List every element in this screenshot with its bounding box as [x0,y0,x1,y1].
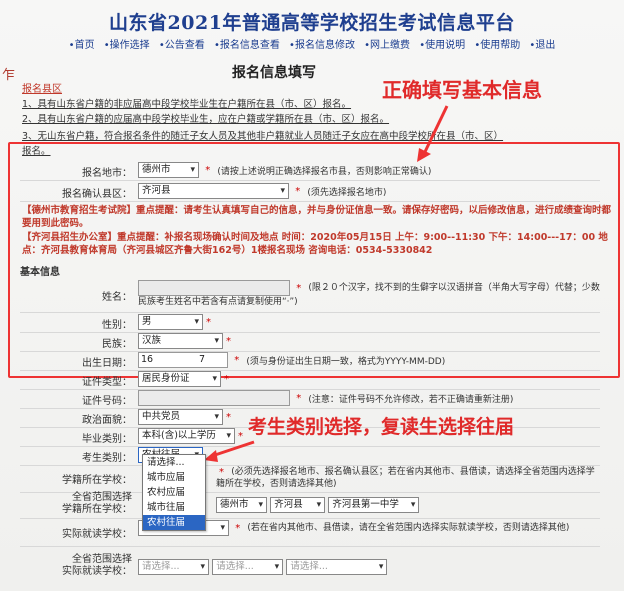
nav-home[interactable]: •首页 [69,40,95,51]
row-city: 报名地市： 德州市 * (请按上述说明正确选择报名市县，否则影响正常确认) [20,160,600,181]
county-note: (须先选择报名地市) [307,187,387,198]
graduation-type-label: 毕业类别： [82,434,132,445]
ethnic-label: 民族： [102,339,132,350]
required-star: * [296,283,302,294]
politics-label: 政治面貌： [82,415,132,426]
nav-edit-registration[interactable]: •报名信息修改 [289,40,355,51]
birth-note: (须与身份证出生日期一致，格式为YYYY-MM-DD) [246,356,446,367]
birth-label: 出生日期： [82,358,132,369]
name-label: 姓名： [102,292,132,303]
notice-county-office: 【齐河县招生办公室】重点提醒：补报名现场确认时间及地点 时间：2020年05月1… [22,232,608,256]
required-star: * [205,165,211,176]
city-note: (请按上述说明正确选择报名市县，否则影响正常确认) [217,166,432,177]
form-title: 报名信息填写 [232,65,316,81]
politics-select[interactable]: 中共党员 [138,409,223,425]
id-number-input[interactable] [138,390,290,406]
dropdown-option[interactable]: 农村应届 [143,485,205,500]
all-study-school-select[interactable]: 请选择... [286,559,388,575]
dropdown-option[interactable]: 请选择... [143,455,205,470]
dropdown-option[interactable]: 城市应届 [143,470,205,485]
nav-operation[interactable]: •操作选择 [104,40,150,51]
notice-education-bureau: 【德州市教育招生考试院】重点提醒：请考生认真填写自己的信息，并与身份证信息一致。… [22,205,612,229]
id-number-note: (注意：证件号码不允许修改，若不正确请重新注册) [308,394,514,405]
nav-online-payment[interactable]: •网上缴费 [364,40,410,51]
all-school-label-2: 学籍所在学校： [62,504,132,515]
all-study-county-select[interactable]: 请选择... [212,559,284,575]
county-label: 报名确认县区： [62,189,132,200]
row-candidate-type: 考生类别： 农村往届 [20,445,600,466]
requirement-line-2: 2、具有山东省户籍的应届高中段学校毕业生，应在户籍或学籍所在县（市、区）报名。 [22,114,390,125]
requirement-link[interactable]: 报名县区 [22,80,62,95]
requirement-line-1: 1、具有山东省户籍的非应届高中段学校毕业生在户籍所在县（市、区）报名。 [22,99,352,110]
id-type-label: 证件类型： [82,377,132,388]
annotation-top: 正确填写基本信息 [382,78,542,102]
left-edge-mark: 乍 [2,68,16,83]
study-school-note: (若在省内其他市、县借读，请在全省范围内选择实际就读学校，否则请选择其他) [247,523,570,533]
birth-value-a: 16 [141,354,154,365]
all-school-city-select[interactable]: 德州市 [216,497,267,513]
study-school-label: 实际就读学校： [62,529,132,540]
birth-value-b: 7 [199,354,206,365]
required-star: * [296,393,302,404]
row-birth: 出生日期： 16 7 * (须与身份证出生日期一致，格式为YYYY-MM-DD) [20,350,600,371]
nav-logout[interactable]: •退出 [529,40,555,51]
row-gender: 性别： 男* [20,312,600,333]
id-number-label: 证件号码： [82,396,132,407]
required-star: * [234,355,240,366]
all-study-city-select[interactable]: 请选择... [138,559,209,575]
required-star: * [206,317,211,328]
id-type-select[interactable]: 居民身份证 [138,371,221,387]
dropdown-option-selected[interactable]: 农村往届 [143,515,205,530]
row-all-study: 全省范围选择 实际就读学校： 请选择... 请选择... 请选择... [20,552,600,582]
city-label: 报名地市： [82,168,132,179]
annotation-arrow-2-icon [204,440,255,462]
candidate-type-dropdown: 请选择... 城市应届 农村应届 城市往届 农村往届 [142,454,206,531]
name-input[interactable] [138,280,290,296]
row-ethnic: 民族： 汉族* [20,331,600,352]
required-star: * [226,336,231,347]
page: 山东省2021年普通高等学校招生考试信息平台 •首页 •操作选择 •公告查看 •… [0,0,624,591]
required-star: * [226,412,231,423]
required-star: * [224,374,229,385]
all-school-county-select[interactable]: 齐河县 [270,497,326,513]
ethnic-select[interactable]: 汉族 [138,333,223,349]
county-select[interactable]: 齐河县 [138,183,289,199]
row-all-school: 全省范围选择 学籍所在学校： 德州市 齐河县 齐河县第一中学 [20,492,600,519]
row-id-number: 证件号码： * (注意：证件号码不允许修改，若不正确请重新注册) [20,388,600,409]
all-study-label-2: 实际就读学校： [62,566,132,577]
dropdown-option[interactable]: 城市往届 [143,500,205,515]
row-study-school: 实际就读学校： 其他 * (若在省内其他市、县借读，请在全省范围内选择实际就读学… [20,518,600,547]
all-school-school-select[interactable]: 齐河县第一中学 [328,497,420,513]
site-title: 山东省2021年普通高等学校招生考试信息平台 [109,12,515,34]
annotation-middle: 考生类别选择，复读生选择往届 [248,416,515,438]
required-star: * [235,523,241,534]
city-select[interactable]: 德州市 [138,162,199,178]
gender-select[interactable]: 男 [138,314,203,330]
gender-label: 性别： [102,320,132,331]
candidate-type-label: 考生类别： [82,453,132,464]
row-county: 报名确认县区： 齐河县 * (须先选择报名地市) [20,181,600,202]
school-note: (必须先选择报名地市、报名确认县区；若在省内其他市、县借读，请选择全省范围内选择… [216,467,595,489]
nav-instructions[interactable]: •使用说明 [419,40,465,51]
required-star: * [295,186,301,197]
row-name: 姓名： * (限２０个汉字，找不到的生僻字以汉语拼音（半角大写字母）代替；少数民… [20,278,600,313]
all-school-label-1: 全省范围选择 [72,492,132,503]
nav-announcements[interactable]: •公告查看 [159,40,205,51]
required-star: * [219,467,224,478]
birth-input[interactable]: 16 7 [138,352,228,368]
row-school: 学籍所在学校： * (必须先选择报名地市、报名确认县区；若在省内其他市、县借读，… [20,464,600,493]
school-label: 学籍所在学校： [62,475,132,486]
nav-view-registration[interactable]: •报名信息查看 [214,40,280,51]
requirement-line-3: 3、无山东省户籍，符合报名条件的随迁子女人员及其他非户籍就业人员随迁子女应在高中… [22,131,504,142]
all-study-label-1: 全省范围选择 [72,554,132,565]
row-id-type: 证件类型： 居民身份证* [20,369,600,390]
top-navigation: •首页 •操作选择 •公告查看 •报名信息查看 •报名信息修改 •网上缴费 •使… [36,36,588,51]
section-basic-info: 基本信息 [20,267,60,278]
nav-help[interactable]: •使用帮助 [474,40,520,51]
